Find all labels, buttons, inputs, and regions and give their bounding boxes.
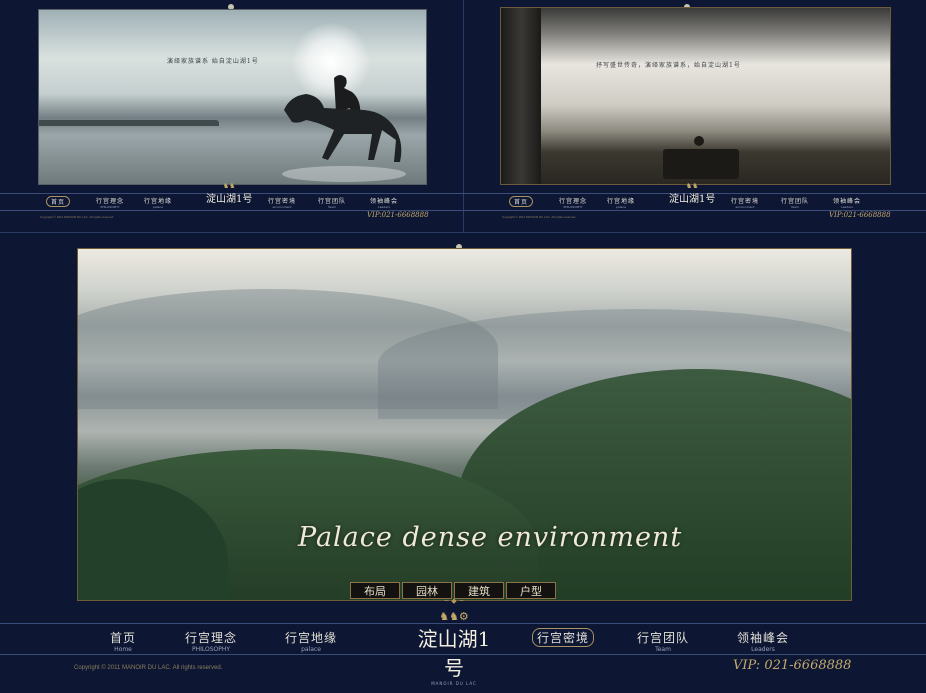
horizon-land (39, 120, 219, 126)
section-title: Palace dense environment (298, 522, 683, 553)
vip-phone: VIP:021-6668888 (367, 211, 429, 219)
copyright: Copyright © 2011 MANOIR DU LAC. All righ… (74, 665, 223, 671)
nav-home[interactable]: 首页 Home (110, 629, 136, 653)
tab-floorplan[interactable]: 户型 (506, 582, 556, 599)
nav-home[interactable]: 首页 (509, 196, 534, 207)
vip-phone: VIP: 021-6668888 (733, 658, 852, 673)
horse-rider-silhouette (282, 75, 406, 182)
nav-palace[interactable]: 行宫地缘 palace (285, 629, 337, 653)
nav-team[interactable]: 行宫团队 Team (637, 629, 689, 653)
panel-divider-horizontal (0, 232, 926, 233)
nav-leaders[interactable]: 领袖峰会 Leaders (737, 629, 789, 653)
nav-environment[interactable]: 行宫密境 (532, 628, 595, 647)
slogan-text: 演绎家族谱系 始自淀山湖1号 (167, 58, 259, 65)
nav-philosophy[interactable]: 行宫理念 PHILOSOPHY (559, 196, 587, 209)
vip-phone: VIP:021-6668888 (829, 211, 891, 219)
copyright: Copyright © 2011 MANOIR DU LAC. All righ… (40, 215, 114, 219)
column-pillar (501, 8, 541, 184)
brand-logo[interactable]: ♞♞ 淀山湖1号 (206, 182, 252, 205)
nav-palace[interactable]: 行宫地缘 palace (144, 196, 172, 209)
top-right-navbar: 首页 行宫理念 PHILOSOPHY 行宫地缘 palace ♞♞ 淀山湖1号 行宫密… (463, 182, 926, 211)
copyright: Copyright © 2011 MANOIR DU LAC. All righ… (502, 215, 576, 219)
nav-palace[interactable]: 行宫地缘 palace (607, 196, 635, 209)
tab-layout[interactable]: 布局 (350, 582, 400, 599)
sofa-silhouette (663, 136, 739, 179)
horse-rider-image: 演绎家族谱系 始自淀山湖1号 (39, 10, 426, 184)
nav-team[interactable]: 行宫团队 Team (318, 196, 346, 209)
nav-philosophy[interactable]: 行宫理念 PHILOSOPHY (96, 196, 124, 209)
nav-leaders[interactable]: 领袖峰会 Leaders (833, 196, 861, 209)
top-left-navbar: 首页 行宫理念 PHILOSOPHY 行宫地缘 palace ♞♞ 淀山湖1号 行宫密… (0, 182, 463, 211)
nav-team[interactable]: 行宫团队 Team (781, 196, 809, 209)
ornament-flourish: ~◆~ (443, 597, 467, 605)
interior-view-image: 抒写盛世传奇，演绎家族谱系，始自淀山湖1号 (501, 8, 890, 184)
carriage-logo-icon: ♞♞⚙ (439, 610, 469, 623)
nav-environment[interactable]: 行宫密境 environment (731, 196, 759, 209)
nav-leaders[interactable]: 领袖峰会 Leaders (370, 196, 398, 209)
brand-logo[interactable]: ♞♞⚙ 淀山湖1号 MANOIR DU LAC (414, 610, 494, 686)
nav-environment[interactable]: 行宫密境 environment (268, 196, 296, 209)
brand-logo[interactable]: ♞♞ 淀山湖1号 (669, 182, 715, 205)
nav-home[interactable]: 首页 (46, 196, 71, 207)
nav-philosophy[interactable]: 行宫理念 PHILOSOPHY (185, 629, 237, 653)
slogan-text: 抒写盛世传奇，演绎家族谱系，始自淀山湖1号 (596, 62, 741, 69)
